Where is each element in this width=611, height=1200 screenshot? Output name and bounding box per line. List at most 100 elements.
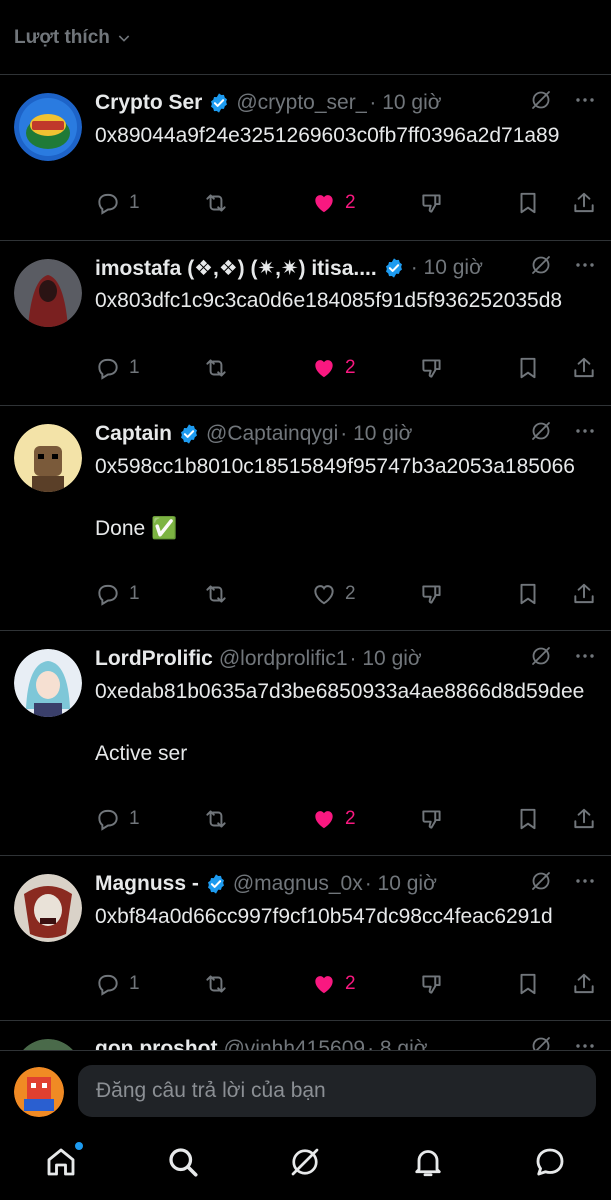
post-actions: 1 2	[95, 190, 600, 222]
dislike-button[interactable]	[419, 190, 445, 216]
notification-dot	[75, 1142, 83, 1150]
retweet-button[interactable]	[203, 806, 229, 832]
more-icon[interactable]	[573, 869, 597, 893]
post-time[interactable]: · 10 giờ	[365, 872, 437, 896]
reply-button[interactable]: 1	[95, 355, 140, 381]
avatar[interactable]	[14, 93, 82, 161]
reply-post[interactable]: imostafa (❖,❖) (✷,✷) itisa.... · 10 giờ …	[0, 241, 611, 406]
nav-search[interactable]	[165, 1144, 201, 1180]
chevron-down-icon	[118, 35, 130, 42]
avatar[interactable]	[14, 259, 82, 327]
reply-icon	[95, 190, 121, 216]
like-button[interactable]: 2	[311, 355, 356, 381]
verified-badge-icon	[383, 257, 405, 279]
share-button[interactable]	[571, 806, 597, 832]
reply-post[interactable]: Magnuss - @magnus_0x · 10 giờ 0xbf84a0d6…	[0, 856, 611, 1021]
reply-button[interactable]: 1	[95, 971, 140, 997]
author-name[interactable]: LordProlific	[95, 647, 213, 671]
share-button[interactable]	[571, 355, 597, 381]
bookmark-icon	[515, 971, 541, 997]
reply-icon	[95, 581, 121, 607]
bookmark-button[interactable]	[515, 355, 541, 381]
bookmark-icon	[515, 806, 541, 832]
reply-count: 1	[129, 583, 140, 604]
post-time[interactable]: · 10 giờ	[369, 91, 441, 115]
share-button[interactable]	[571, 581, 597, 607]
reply-count: 1	[129, 973, 140, 994]
reply-post[interactable]: Crypto Ser @crypto_ser_ · 10 giờ 0x89044…	[0, 75, 611, 241]
retweet-button[interactable]	[203, 581, 229, 607]
nav-notifications[interactable]	[410, 1144, 446, 1180]
retweet-button[interactable]	[203, 190, 229, 216]
author-handle[interactable]: @lordprolific1	[219, 647, 348, 671]
bookmark-button[interactable]	[515, 971, 541, 997]
like-button[interactable]: 2	[311, 971, 356, 997]
like-button[interactable]: 2	[311, 190, 356, 216]
retweet-icon	[203, 355, 229, 381]
dislike-button[interactable]	[419, 806, 445, 832]
grok-icon[interactable]	[529, 419, 553, 443]
retweet-button[interactable]	[203, 355, 229, 381]
author-handle[interactable]: @crypto_ser_	[236, 91, 367, 115]
reply-post[interactable]: Captain @Captainqygi · 10 giờ 0x598cc1b8…	[0, 406, 611, 631]
nav-home[interactable]	[43, 1142, 83, 1180]
share-button[interactable]	[571, 971, 597, 997]
bookmark-button[interactable]	[515, 190, 541, 216]
reply-composer	[0, 1050, 611, 1129]
retweet-icon	[203, 971, 229, 997]
notifications-icon	[415, 1150, 441, 1177]
grok-icon[interactable]	[529, 869, 553, 893]
grok-icon[interactable]	[529, 253, 553, 277]
avatar[interactable]	[14, 424, 82, 492]
bookmark-icon	[515, 581, 541, 607]
post-text: 0x598cc1b8010c18515849f95747b3a2053a1850…	[95, 455, 575, 540]
retweet-button[interactable]	[203, 971, 229, 997]
more-icon[interactable]	[573, 88, 597, 112]
dislike-button[interactable]	[419, 971, 445, 997]
reply-button[interactable]: 1	[95, 581, 140, 607]
home-icon	[47, 1148, 75, 1176]
bookmark-button[interactable]	[515, 581, 541, 607]
dislike-button[interactable]	[419, 581, 445, 607]
dislike-icon	[419, 581, 445, 607]
nav-grok[interactable]	[287, 1144, 323, 1180]
dislike-icon	[419, 355, 445, 381]
bookmark-button[interactable]	[515, 806, 541, 832]
share-icon	[571, 806, 597, 832]
dislike-icon	[419, 806, 445, 832]
reply-icon	[95, 355, 121, 381]
author-name[interactable]: Crypto Ser	[95, 91, 202, 115]
avatar[interactable]	[14, 874, 82, 942]
grok-icon	[287, 1144, 323, 1180]
reply-input[interactable]	[78, 1065, 596, 1117]
more-icon[interactable]	[573, 253, 597, 277]
avatar[interactable]	[14, 649, 82, 717]
grok-icon[interactable]	[529, 644, 553, 668]
reply-icon	[95, 806, 121, 832]
reply-button[interactable]: 1	[95, 806, 140, 832]
reply-button[interactable]: 1	[95, 190, 140, 216]
post-time[interactable]: · 10 giờ	[411, 256, 483, 280]
more-icon[interactable]	[573, 419, 597, 443]
like-button[interactable]: 2	[311, 806, 356, 832]
like-button[interactable]: 2	[311, 581, 356, 607]
top-bar: Lượt thích	[0, 0, 611, 75]
author-name[interactable]: Magnuss -	[95, 872, 199, 896]
sort-dropdown[interactable]: Lượt thích	[14, 27, 132, 49]
more-icon[interactable]	[573, 644, 597, 668]
heart-icon	[311, 581, 337, 607]
author-handle[interactable]: @magnus_0x	[233, 872, 363, 896]
post-time[interactable]: · 10 giờ	[340, 422, 412, 446]
dislike-button[interactable]	[419, 355, 445, 381]
post-actions: 1 2	[95, 971, 600, 1003]
post-time[interactable]: · 10 giờ	[350, 647, 422, 671]
share-button[interactable]	[571, 190, 597, 216]
author-name[interactable]: Captain	[95, 422, 172, 446]
reply-post[interactable]: LordProlific @lordprolific1 · 10 giờ 0xe…	[0, 631, 611, 856]
like-count: 2	[345, 357, 356, 378]
my-avatar[interactable]	[14, 1067, 64, 1117]
author-handle[interactable]: @Captainqygi	[206, 422, 338, 446]
author-name[interactable]: imostafa (❖,❖) (✷,✷) itisa....	[95, 256, 377, 281]
nav-messages[interactable]	[532, 1144, 568, 1180]
grok-icon[interactable]	[529, 88, 553, 112]
